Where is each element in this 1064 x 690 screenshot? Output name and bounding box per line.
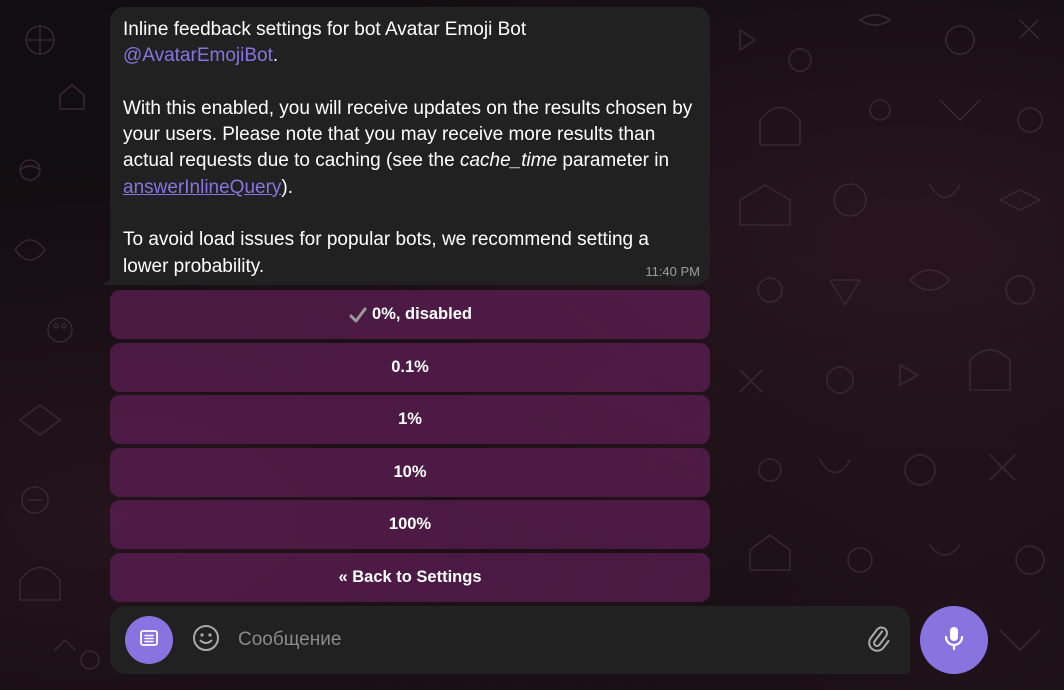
back-to-settings-label: « Back to Settings (338, 567, 482, 586)
option-0-1-percent-label: 0.1% (391, 357, 429, 376)
option-0-1-percent-button[interactable]: 0.1% (110, 342, 710, 392)
option-10-percent-label: 10% (393, 462, 427, 481)
option-0-percent-button[interactable]: 0%, disabled (110, 290, 710, 339)
option-100-percent-label: 100% (388, 515, 432, 533)
bot-mention-link[interactable]: @AvatarEmojiBot (123, 45, 273, 66)
option-0-percent-label: 0%, disabled (372, 305, 472, 323)
menu-icon (137, 626, 161, 655)
message-p2-text-2: parameter in (557, 150, 670, 172)
back-to-settings-button[interactable]: « Back to Settings (110, 552, 710, 602)
message-text: Inline feedback settings for bot Avatar … (123, 17, 696, 280)
option-100-percent-button[interactable]: 100% (110, 500, 710, 549)
message-input[interactable] (238, 620, 838, 660)
attach-icon (864, 624, 892, 657)
emoji-icon (192, 624, 220, 657)
mic-icon (940, 624, 968, 657)
bot-menu-button[interactable] (125, 616, 173, 664)
emoji-button[interactable] (190, 624, 222, 656)
message-line1: Inline feedback settings for bot Avatar … (123, 19, 527, 40)
option-1-percent-label: 1% (398, 410, 422, 428)
answer-inline-query-link[interactable]: answerInlineQuery (123, 177, 281, 198)
voice-record-button[interactable] (920, 606, 988, 674)
option-1-percent-button[interactable]: 1% (110, 395, 710, 444)
message-composer (110, 606, 910, 674)
cache-time-param: cache_time (459, 150, 558, 172)
attach-button[interactable] (862, 624, 894, 656)
option-10-percent-button[interactable]: 10% (110, 447, 710, 497)
message-p2-end: ). (281, 176, 294, 198)
message-bubble: Inline feedback settings for bot Avatar … (110, 7, 710, 285)
mention-suffix: . (272, 45, 279, 67)
message-time: 11:40 PM (645, 264, 700, 279)
message-p3-text: To avoid load issues for popular bots, w… (123, 229, 649, 277)
inline-keyboard: 0%, disabled 0.1% 1% 10% 100% « Back to … (110, 290, 710, 605)
check-mark-icon (348, 305, 368, 325)
